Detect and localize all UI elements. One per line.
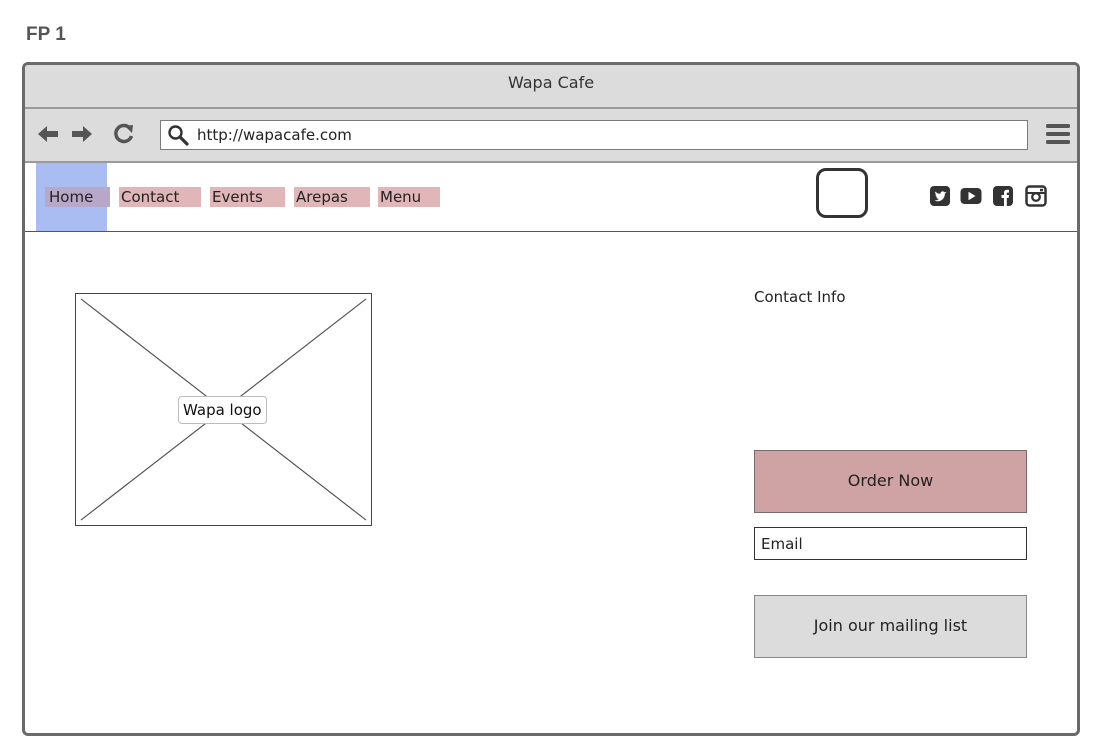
reload-icon[interactable]: [111, 121, 137, 147]
url-bar[interactable]: http://wapacafe.com: [160, 120, 1028, 150]
site-navbar: Home Contact Events Arepas Menu: [25, 163, 1077, 232]
back-arrow-icon[interactable]: [35, 121, 61, 147]
nav-link-menu[interactable]: Menu: [378, 187, 440, 207]
nav-image-placeholder: [816, 168, 868, 218]
youtube-icon[interactable]: [960, 185, 982, 207]
join-mailing-list-button[interactable]: Join our mailing list: [754, 595, 1027, 658]
page-label: FP 1: [26, 24, 66, 45]
logo-label: Wapa logo: [178, 396, 267, 424]
hamburger-menu-icon[interactable]: [1045, 122, 1071, 146]
nav-link-contact[interactable]: Contact: [119, 187, 201, 207]
search-icon: [167, 124, 189, 146]
contact-info-heading: Contact Info: [754, 288, 846, 306]
window-title: Wapa Cafe: [507, 73, 595, 92]
browser-toolbar: http://wapacafe.com: [25, 109, 1077, 163]
forward-arrow-icon[interactable]: [69, 121, 95, 147]
order-now-button[interactable]: Order Now: [754, 450, 1027, 513]
email-field[interactable]: [754, 527, 1027, 560]
instagram-icon[interactable]: [1025, 185, 1047, 207]
nav-link-home[interactable]: Home: [45, 187, 110, 207]
window-titlebar: Wapa Cafe: [25, 65, 1077, 109]
browser-window: Wapa Cafe http://wapacafe.com Home Conta…: [22, 62, 1080, 736]
nav-link-arepas[interactable]: Arepas: [294, 187, 370, 207]
twitter-icon[interactable]: [929, 185, 951, 207]
url-text: http://wapacafe.com: [197, 126, 352, 144]
nav-link-events[interactable]: Events: [210, 187, 285, 207]
logo-image-placeholder: Wapa logo: [75, 293, 372, 526]
facebook-icon[interactable]: [992, 185, 1014, 207]
